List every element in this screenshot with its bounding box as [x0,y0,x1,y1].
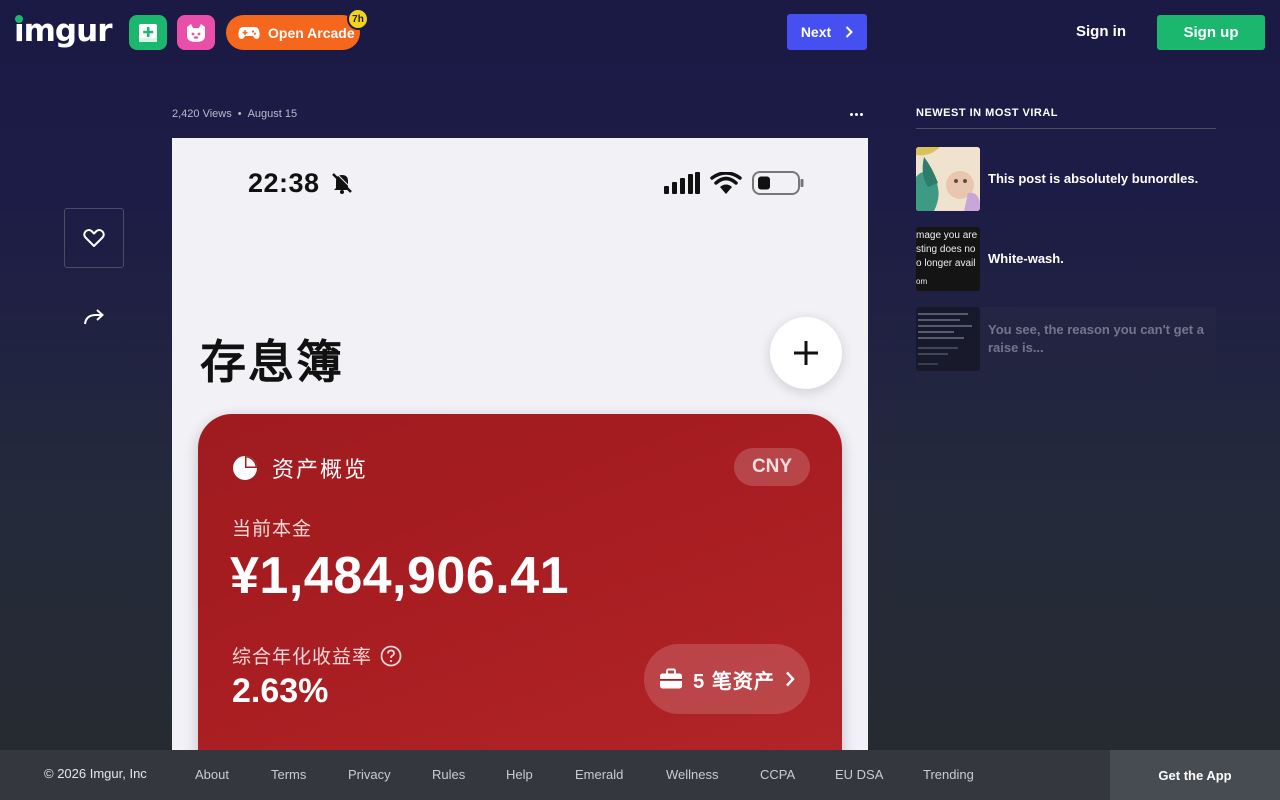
phone-clock: 22:38 [248,168,354,199]
sidebar-post[interactable]: You see, the reason you can't get a rais… [916,307,1216,389]
top-header: imgur Open Arcade 7h Next Sign in Sign u… [0,0,1280,64]
post-thumbnail: mage you are sting does no o longer avai… [916,227,980,291]
add-post-icon [139,23,157,42]
footer-link-terms[interactable]: Terms [271,767,306,782]
thumbnail-art [916,307,980,371]
favorite-button[interactable] [64,208,124,268]
new-post-button[interactable] [129,15,167,50]
next-label: Next [800,24,832,40]
assets-count: 5 笔资产 [693,670,775,693]
cat-face-icon [187,23,205,42]
logo-dot [15,15,23,23]
sign-up-button[interactable]: Sign up [1157,15,1265,50]
post-thumbnail [916,307,980,371]
logo-text: imgur [14,13,112,49]
more-dot [854,112,858,116]
yield-label: 综合年化收益率 [232,642,402,669]
footer-link-emerald[interactable]: Emerald [575,767,623,782]
thumb-line: sting does no [916,244,976,255]
meme-generator-button[interactable] [177,15,215,50]
footer-link-ccpa[interactable]: CCPA [760,767,795,782]
next-post-button[interactable]: Next [787,14,867,50]
chevron-right-icon [785,671,795,687]
gamepad-icon [238,26,260,39]
view-count: 2,420 Views [172,108,232,120]
footer-link-help[interactable]: Help [506,767,533,782]
currency-badge: CNY [734,448,810,486]
sidebar-post[interactable]: mage you are sting does no o longer avai… [916,227,1216,291]
more-dot [849,112,853,116]
footer-link-rules[interactable]: Rules [432,767,465,782]
post-meta: 2,420 Views • August 15 [172,108,297,120]
imgur-logo[interactable]: imgur [14,13,112,49]
meta-separator: • [237,108,242,120]
sidebar-post-title: You see, the reason you can't get a rais… [988,322,1204,355]
question-circle-icon [380,645,402,666]
bell-muted-icon [331,171,353,194]
post-thumbnail [916,147,980,211]
sidebar-title: NEWEST IN MOST VIRAL [916,107,1216,129]
signal-bars-icon [664,172,700,194]
phone-status-icons [664,170,804,196]
card-heading-text: 资产概览 [272,457,369,482]
yield-label-text: 综合年化收益率 [232,647,373,668]
card-heading: 资产概览 [232,452,368,484]
sidebar-post[interactable]: This post is absolutely bunordles. [916,147,1216,211]
app-title: 存息簿 [200,336,344,388]
asset-overview-card: 资产概览 CNY 当前本金 ¥1,484,906.41 综合年化收益率 2.63… [198,414,842,750]
more-options-button[interactable] [846,104,866,124]
footer-link-trending[interactable]: Trending [923,767,974,782]
thumbnail-art [916,147,980,211]
copyright: © 2026 Imgur, Inc [44,766,147,781]
get-the-app-button[interactable]: Get the App [1110,750,1280,800]
thumb-line: mage you are [916,230,978,241]
footer-link-about[interactable]: About [195,767,229,782]
arcade-label: Open Arcade [268,24,355,41]
sidebar-post-title: This post is absolutely bunordles. [988,171,1199,186]
open-arcade-button[interactable]: Open Arcade [226,15,360,50]
footer-link-privacy[interactable]: Privacy [348,767,391,782]
add-button [770,317,842,389]
heart-icon [83,229,105,247]
thumb-line: o longer avail [916,258,976,269]
more-dot [859,112,863,116]
footer: © 2026 Imgur, Inc About Terms Privacy Ru… [0,750,1280,800]
plus-icon [794,341,818,365]
sign-in-link[interactable]: Sign in [1064,20,1138,44]
briefcase-icon [660,668,683,689]
yield-value: 2.63% [232,672,329,710]
wifi-icon [710,172,742,194]
principal-label: 当前本金 [232,519,313,540]
sidebar-post-title: White-wash. [988,251,1064,266]
phone-time-text: 22:38 [248,168,320,198]
post-date: August 15 [247,108,298,120]
thumb-line: om [916,277,928,286]
chevron-right-icon [845,26,854,38]
footer-link-eu-dsa[interactable]: EU DSA [835,767,883,782]
share-button[interactable] [78,301,110,333]
post-image[interactable]: 22:38 存息簿 资产概览 CNY 当前本金 ¥1,484,906.41 综合… [172,138,868,750]
principal-value: ¥1,484,906.41 [230,547,570,605]
assets-pill: 5 笔资产 [644,644,810,714]
footer-link-wellness[interactable]: Wellness [666,767,719,782]
pie-chart-icon [233,456,257,480]
share-arrow-icon [84,309,104,325]
arcade-timer-badge: 7h [347,8,369,30]
battery-icon [752,171,804,195]
